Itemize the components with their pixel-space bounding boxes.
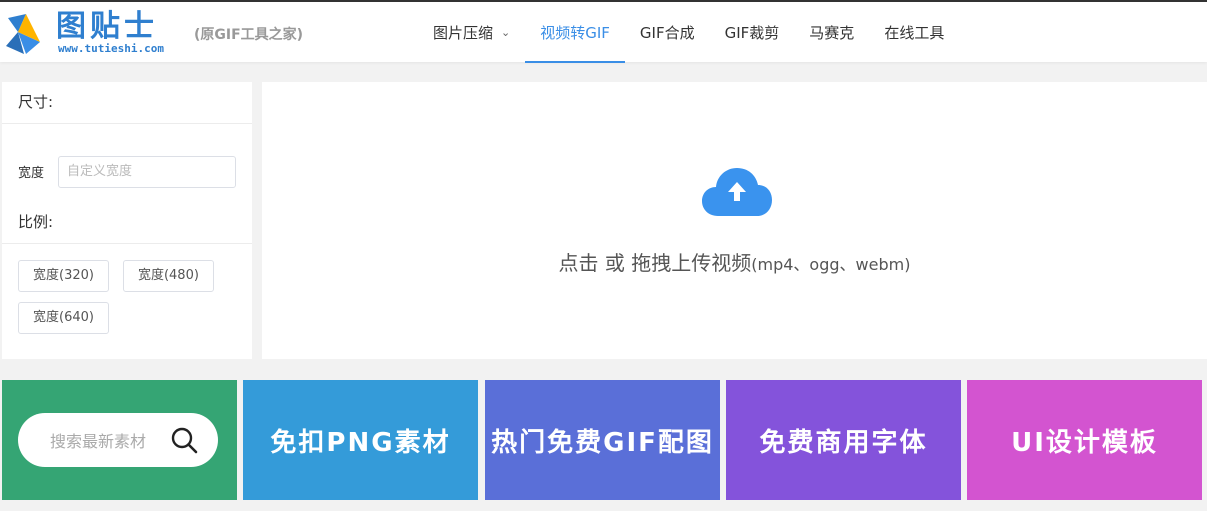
ratio-button-480[interactable]: 宽度(480) <box>122 260 214 292</box>
nav-item-label: GIF裁剪 <box>724 23 780 42</box>
nav-item-mosaic[interactable]: 马赛克 <box>794 2 869 62</box>
tile-gif-images[interactable]: 热门免费GIF配图 <box>485 380 720 500</box>
site-header: 图贴士 www.tutieshi.com (原GIF工具之家) 图片压缩 ⌄ 视… <box>0 0 1207 63</box>
tile-ui-templates[interactable]: UI设计模板 <box>967 380 1202 500</box>
settings-panel: 尺寸: 宽度 比例: 宽度(320) 宽度(480) 宽度(640) <box>2 82 252 359</box>
site-logo[interactable]: 图贴士 www.tutieshi.com <box>4 10 184 58</box>
nav-item-image-compress[interactable]: 图片压缩 ⌄ <box>418 2 525 62</box>
upload-instructions: 点击 或 拖拽上传视频(mp4、ogg、webm) <box>262 247 1207 276</box>
nav-item-gif-crop[interactable]: GIF裁剪 <box>710 2 795 62</box>
nav-item-label: 马赛克 <box>809 23 855 42</box>
tile-free-fonts[interactable]: 免费商用字体 <box>726 380 961 500</box>
search-icon[interactable] <box>170 426 198 454</box>
width-input[interactable] <box>58 155 236 188</box>
logo-mark-icon <box>6 14 40 54</box>
logo-subtitle: (原GIF工具之家) <box>194 27 304 43</box>
cloud-upload-icon <box>702 168 772 216</box>
nav-item-label: 视频转GIF <box>540 23 610 42</box>
width-row: 宽度 <box>2 124 252 202</box>
ratio-button-640[interactable]: 宽度(640) <box>18 302 109 334</box>
search-tile: 搜索最新素材 <box>2 380 237 500</box>
upload-formats-text: (mp4、ogg、webm) <box>751 255 911 274</box>
nav-item-label: GIF合成 <box>639 23 695 42</box>
nav-item-video-to-gif[interactable]: 视频转GIF <box>525 2 625 63</box>
nav-item-label: 图片压缩 <box>433 23 494 42</box>
tile-png-materials[interactable]: 免扣PNG素材 <box>243 380 478 500</box>
upload-dropzone[interactable]: 点击 或 拖拽上传视频(mp4、ogg、webm) <box>262 82 1207 359</box>
chevron-down-icon: ⌄ <box>501 25 511 39</box>
ratio-button-320[interactable]: 宽度(320) <box>18 260 109 292</box>
upload-main-text: 点击 或 拖拽上传视频 <box>558 251 752 275</box>
logo-url: www.tutieshi.com <box>58 42 164 55</box>
material-search-box[interactable]: 搜索最新素材 <box>18 413 218 467</box>
ratio-button-group: 宽度(320) 宽度(480) 宽度(640) <box>2 244 252 344</box>
ratio-heading: 比例: <box>2 202 252 244</box>
nav-item-gif-compose[interactable]: GIF合成 <box>625 2 710 62</box>
search-placeholder: 搜索最新素材 <box>50 432 147 451</box>
size-heading: 尺寸: <box>2 82 252 124</box>
nav-item-online-tools[interactable]: 在线工具 <box>869 2 959 62</box>
logo-name: 图贴士 <box>56 9 158 44</box>
promo-tiles: 搜索最新素材 免扣PNG素材 热门免费GIF配图 免费商用字体 UI设计模板 <box>2 380 1207 500</box>
width-label: 宽度 <box>18 166 45 181</box>
nav-item-label: 在线工具 <box>884 23 945 42</box>
main-nav: 图片压缩 ⌄ 视频转GIF GIF合成 GIF裁剪 马赛克 在线工具 <box>418 2 959 63</box>
